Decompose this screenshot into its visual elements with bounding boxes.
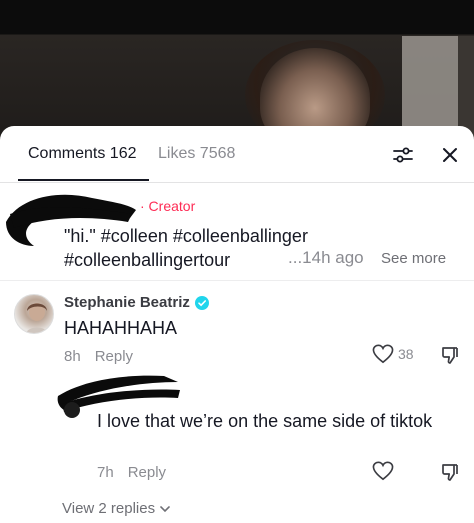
reply-text: I love that we’re on the same side of ti…: [97, 411, 433, 431]
active-tab-indicator: [18, 179, 149, 181]
verified-badge-icon: [195, 296, 209, 310]
comment-username[interactable]: Stephanie Beatriz: [64, 294, 190, 311]
view-replies-label: View 2 replies: [62, 500, 156, 517]
close-icon[interactable]: [437, 142, 463, 168]
sliders-icon[interactable]: [390, 142, 416, 168]
video-background-shelf: [402, 36, 458, 140]
comment-timestamp: 8h: [64, 348, 81, 365]
heart-icon: [372, 461, 394, 481]
tabs-divider: [0, 182, 474, 183]
reply-button[interactable]: Reply: [128, 464, 166, 481]
thumbs-down-icon[interactable]: [440, 345, 460, 365]
creator-badge: · Creator: [140, 198, 196, 214]
view-replies-button[interactable]: View 2 replies: [62, 500, 171, 517]
like-count: 38: [398, 346, 414, 362]
comments-sheet: Comments 162 Likes 7568 · Creator "hi." …: [0, 126, 474, 523]
video-background-wall: [458, 36, 474, 140]
comment-divider: [0, 280, 474, 281]
tab-likes[interactable]: Likes 7568: [158, 145, 235, 163]
thumbs-down-icon[interactable]: [440, 462, 460, 482]
comments-tabs: Comments 162 Likes 7568: [0, 126, 474, 182]
comment-text: HAHAHHAHA: [64, 318, 178, 338]
like-button[interactable]: 38: [372, 344, 414, 364]
reply-timestamp: 7h: [97, 464, 114, 481]
reply-meta: 7h Reply: [97, 464, 166, 481]
avatar[interactable]: [14, 294, 54, 334]
reply-button[interactable]: Reply: [95, 348, 133, 365]
like-button[interactable]: [372, 461, 394, 481]
see-more-link[interactable]: See more: [381, 250, 446, 267]
comment-meta: 8h Reply: [64, 348, 133, 365]
tab-comments[interactable]: Comments 162: [28, 145, 137, 163]
heart-icon: [372, 344, 394, 364]
chevron-down-icon: [160, 505, 170, 512]
comment-timestamp: ...14h ago: [288, 248, 364, 267]
video-background: [0, 0, 474, 140]
